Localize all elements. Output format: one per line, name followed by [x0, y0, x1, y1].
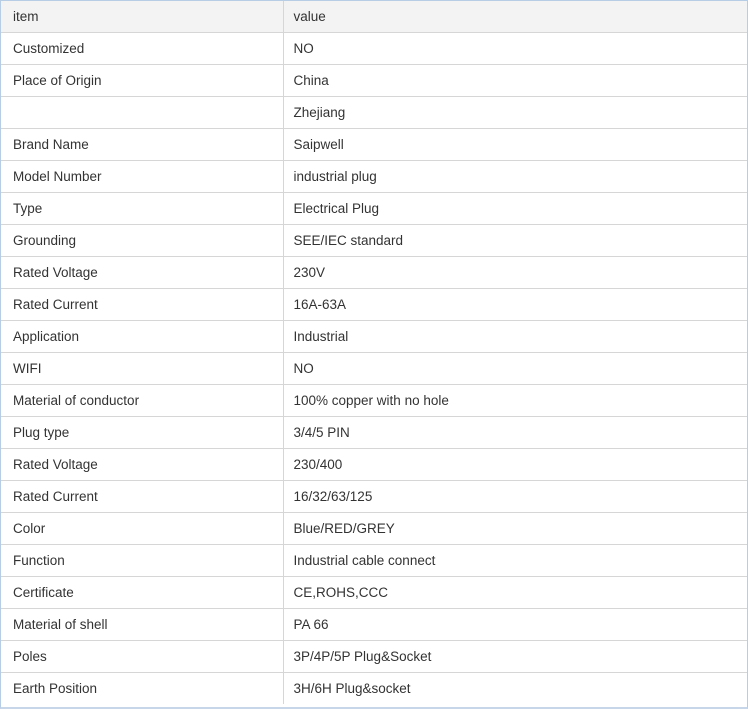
table-row: Function Industrial cable connect	[1, 544, 747, 577]
table-row: Earth Position 3H/6H Plug&socket	[1, 672, 747, 704]
spec-value-cell: industrial plug	[283, 160, 747, 193]
table-row: Brand Name Saipwell	[1, 128, 747, 161]
spec-value-cell: Saipwell	[283, 128, 747, 161]
table-row: Material of shell PA 66	[1, 608, 747, 641]
spec-item-cell: Color	[1, 512, 284, 545]
table-row: Rated Current 16A-63A	[1, 288, 747, 321]
spec-value-cell: 3/4/5 PIN	[283, 416, 747, 449]
spec-item-cell: Earth Position	[1, 672, 284, 704]
table-header-row: item value	[1, 1, 747, 33]
table-row: Grounding SEE/IEC standard	[1, 224, 747, 257]
product-spec-table: item value Customized NO Place of Origin Ch…	[1, 1, 747, 704]
spec-value-cell: 16/32/63/125	[283, 480, 747, 513]
table-row: Rated Voltage 230V	[1, 256, 747, 289]
table-row: Model Number industrial plug	[1, 160, 747, 193]
spec-item-cell: Material of shell	[1, 608, 284, 641]
table-row: Rated Voltage 230/400	[1, 448, 747, 481]
spec-item-cell: Rated Current	[1, 288, 284, 321]
spec-value-cell: 230V	[283, 256, 747, 289]
spec-value-cell: 230/400	[283, 448, 747, 481]
table-row: Color Blue/RED/GREY	[1, 512, 747, 545]
table-row: Rated Current 16/32/63/125	[1, 480, 747, 513]
spec-value-cell: CE,ROHS,CCC	[283, 576, 747, 609]
table-row: WIFI NO	[1, 352, 747, 385]
spec-value-cell: NO	[283, 32, 747, 65]
spec-item-cell: Function	[1, 544, 284, 577]
spec-value-cell: PA 66	[283, 608, 747, 641]
spec-item-cell: Certificate	[1, 576, 284, 609]
spec-value-cell: 16A-63A	[283, 288, 747, 321]
table-row: Customized NO	[1, 32, 747, 65]
spec-item-cell: Application	[1, 320, 284, 353]
table-row: Application Industrial	[1, 320, 747, 353]
spec-item-cell: Brand Name	[1, 128, 284, 161]
spec-table-body: item value Customized NO Place of Origin Ch…	[1, 1, 747, 704]
spec-value-cell: Zhejiang	[283, 96, 747, 129]
table-row: Place of Origin China	[1, 64, 747, 97]
spec-item-cell: Model Number	[1, 160, 284, 193]
spec-value-cell: SEE/IEC standard	[283, 224, 747, 257]
spec-value-cell: Electrical Plug	[283, 192, 747, 225]
spec-value-cell: 3P/4P/5P Plug&Socket	[283, 640, 747, 673]
spec-item-cell: Rated Voltage	[1, 256, 284, 289]
spec-value-cell: Industrial cable connect	[283, 544, 747, 577]
spec-item-cell: Customized	[1, 32, 284, 65]
spec-value-cell: 3H/6H Plug&socket	[293, 681, 411, 696]
table-row: Poles 3P/4P/5P Plug&Socket	[1, 640, 747, 673]
spec-value-cell: China	[283, 64, 747, 97]
table-row: Material of conductor 100% copper with no…	[1, 384, 747, 417]
header-value-cell: value	[283, 1, 747, 33]
spec-item-cell: Rated Current	[1, 480, 284, 513]
spec-item-cell: Type	[1, 192, 284, 225]
spec-item-cell: Rated Voltage	[1, 448, 284, 481]
spec-item-cell	[1, 96, 284, 129]
spec-value-cell: Blue/RED/GREY	[283, 512, 747, 545]
spec-value-cell: NO	[283, 352, 747, 385]
table-row: Type Electrical Plug	[1, 192, 747, 225]
table-row: Zhejiang	[1, 96, 747, 129]
spec-item-cell: Place of Origin	[1, 64, 284, 97]
header-item-cell: item	[1, 1, 284, 33]
table-row: Certificate CE,ROHS,CCC	[1, 576, 747, 609]
spec-item-cell: Poles	[1, 640, 284, 673]
spec-table-frame: item value Customized NO Place of Origin Ch…	[0, 0, 748, 709]
spec-value-cell: Industrial	[283, 320, 747, 353]
table-row: Plug type 3/4/5 PIN	[1, 416, 747, 449]
spec-item-cell: WIFI	[1, 352, 284, 385]
spec-item-cell: Material of conductor	[1, 384, 284, 417]
spec-item-cell: Grounding	[1, 224, 284, 257]
spec-value-cell: 100% copper with no hole	[283, 384, 747, 417]
spec-item-cell: Plug type	[1, 416, 284, 449]
